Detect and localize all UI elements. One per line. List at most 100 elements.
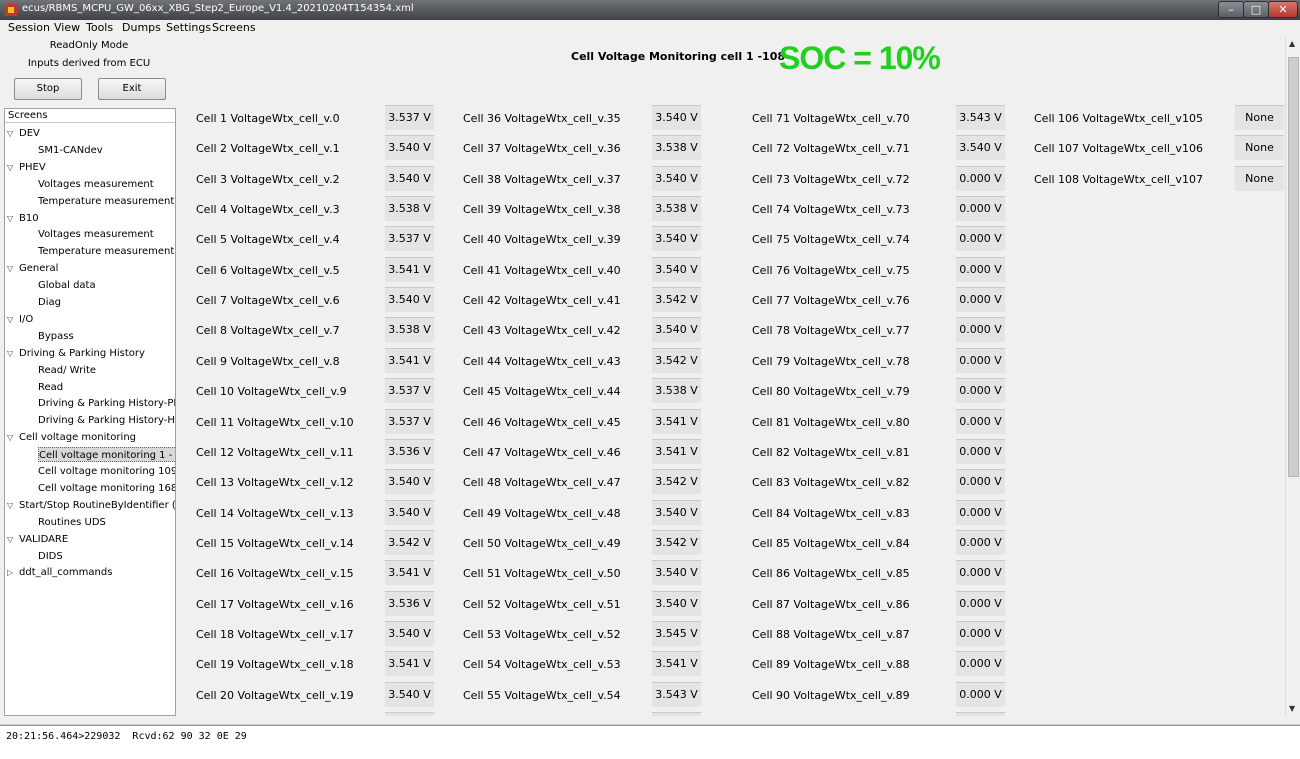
cell-label: Cell 90 VoltageWtx_cell_v.89 — [752, 688, 910, 702]
panel-splitter[interactable] — [0, 717, 1300, 725]
collapse-icon[interactable]: ▽ — [7, 532, 19, 547]
tree-item-label: Cell voltage monitoring 109 - — [38, 466, 176, 477]
menu-screens[interactable]: Screens — [212, 21, 256, 34]
cell-label: Cell 72 VoltageWtx_cell_v.71 — [752, 142, 910, 156]
maximize-button[interactable]: □ — [1243, 1, 1269, 18]
menu-bar: Session View Tools Dumps Settings Screen… — [0, 20, 1300, 37]
collapse-icon[interactable]: ▽ — [7, 126, 19, 141]
tree-group[interactable]: ▽ PHEV — [7, 160, 46, 175]
collapse-icon[interactable]: ▽ — [7, 312, 19, 327]
tree-item[interactable]: Global data — [38, 278, 96, 293]
scroll-thumb[interactable] — [1288, 57, 1299, 477]
tree-header: Screens — [5, 109, 175, 123]
tree-item-label: PHEV — [19, 161, 46, 173]
cell-voltage-value: 3.545 V — [652, 620, 701, 646]
expand-icon[interactable]: ▷ — [7, 565, 19, 580]
cell-voltage-value: 0.000 V — [956, 226, 1005, 252]
stop-button[interactable]: Stop — [14, 78, 82, 100]
tree-item[interactable]: Driving & Parking History-PHE — [38, 396, 175, 411]
cell-label: Cell 13 VoltageWtx_cell_v.12 — [196, 476, 354, 490]
exit-button[interactable]: Exit — [98, 78, 166, 100]
cell-label: Cell 50 VoltageWtx_cell_v.49 — [463, 536, 621, 550]
tree-item[interactable]: Cell voltage monitoring 168 - 2 — [38, 481, 175, 496]
tree-item[interactable]: Temperature measurement — [38, 244, 174, 259]
cell-voltage-value: 0.000 V — [956, 499, 1005, 525]
menu-view[interactable]: View — [54, 21, 80, 34]
tree-item[interactable]: Read — [38, 380, 63, 395]
cell-label: Cell 53 VoltageWtx_cell_v.52 — [463, 627, 621, 641]
tree-group[interactable]: ▽ Start/Stop RoutineByIdentifier ($3 — [7, 498, 175, 513]
collapse-icon[interactable]: ▽ — [7, 261, 19, 276]
tree-item[interactable]: DIDS — [38, 549, 63, 564]
menu-settings[interactable]: Settings — [166, 21, 211, 34]
cell-voltage-value: 3.543 V — [652, 681, 701, 707]
vertical-scrollbar[interactable]: ▲ ▼ — [1285, 37, 1300, 716]
cell-label: Cell 9 VoltageWtx_cell_v.8 — [196, 354, 340, 368]
cell-voltage-value: 0.000 V — [956, 590, 1005, 616]
readonly-mode-label: ReadOnly Mode — [49, 40, 129, 51]
tree-item-label: Diag — [38, 297, 61, 308]
collapse-icon[interactable]: ▽ — [7, 211, 19, 226]
cell-label: Cell 82 VoltageWtx_cell_v.81 — [752, 445, 910, 459]
cell-voltage-value: 3.542 V — [652, 529, 701, 555]
collapse-icon[interactable]: ▽ — [7, 346, 19, 361]
tree-item[interactable]: Read/ Write — [38, 363, 96, 378]
cell-voltage-value: 3.537 V — [385, 105, 434, 130]
tree-group[interactable]: ▽ I/O — [7, 312, 33, 327]
tree-item[interactable]: Cell voltage monitoring 1 - 10 — [38, 447, 175, 463]
tree-item[interactable]: Voltages measurement — [38, 227, 154, 242]
tree-group[interactable]: ▽ General — [7, 261, 58, 276]
collapse-icon[interactable]: ▽ — [7, 498, 19, 513]
cell-label: Cell 79 VoltageWtx_cell_v.78 — [752, 354, 910, 368]
tree-group[interactable]: ▽ Cell voltage monitoring — [7, 430, 136, 445]
cell-label: Cell 74 VoltageWtx_cell_v.73 — [752, 203, 910, 217]
cell-voltage-value: 3.540 V — [385, 287, 434, 313]
cell-voltage-value: 3.537 V — [385, 408, 434, 434]
tree-item[interactable]: Voltages measurement — [38, 177, 154, 192]
cell-voltage-value: None — [1235, 165, 1284, 191]
scroll-down-arrow-icon[interactable]: ▼ — [1289, 704, 1295, 713]
tree-item-label: Temperature measurement — [38, 246, 175, 258]
tree-group[interactable]: ▽ VALIDARE — [7, 532, 68, 547]
window-title-bar[interactable]: ecus/RBMS_MCPU_GW_06xx_XBG_Step2_Europe_… — [0, 0, 1300, 20]
tree-group[interactable]: ▽ Driving & Parking History — [7, 346, 145, 361]
tree-item[interactable]: Diag — [38, 295, 61, 310]
cell-voltage-value: 0.000 V — [956, 317, 1005, 343]
cell-voltage-value: 3.540 V — [652, 256, 701, 282]
collapse-icon[interactable]: ▽ — [7, 430, 19, 445]
cell-voltage-value: 0.000 V — [956, 469, 1005, 495]
tree-item-label: Driving & Parking History-HEV — [38, 415, 176, 427]
menu-tools[interactable]: Tools — [86, 21, 113, 34]
minimize-button[interactable]: – — [1218, 1, 1244, 18]
tree-item[interactable]: Driving & Parking History-HEV — [38, 413, 176, 428]
cell-voltage-value: 3.543 V — [956, 105, 1005, 130]
cell-voltage-value: None — [1235, 135, 1284, 161]
cell-label: Cell 8 VoltageWtx_cell_v.7 — [196, 324, 340, 338]
cell-label: Cell 7 VoltageWtx_cell_v.6 — [196, 294, 340, 308]
cell-label: Cell 43 VoltageWtx_cell_v.42 — [463, 324, 621, 338]
cell-label: Cell 81 VoltageWtx_cell_v.80 — [752, 415, 910, 429]
tree-item[interactable]: Temperature measurement — [38, 194, 174, 209]
tree-group[interactable]: ▽ B10 — [7, 211, 39, 226]
screens-tree[interactable]: Screens ▽ DEV SM1-CANdev ▽ PHEV Voltages meas… — [4, 108, 176, 716]
cell-label: Cell 88 VoltageWtx_cell_v.87 — [752, 627, 910, 641]
tree-item-label: Read/ Write — [38, 364, 97, 376]
tree-group[interactable]: ▷ ddt_all_commands — [7, 565, 112, 580]
cell-label: Cell 37 VoltageWtx_cell_v.36 — [463, 142, 621, 156]
tree-group[interactable]: ▽ DEV — [7, 126, 40, 141]
cell-label: Cell 106 VoltageWtx_cell_v105 — [1034, 112, 1203, 125]
cell-label: Cell 89 VoltageWtx_cell_v.88 — [752, 658, 910, 672]
tree-item[interactable]: SM1-CANdev — [38, 143, 103, 158]
cell-label: Cell 51 VoltageWtx_cell_v.50 — [463, 567, 621, 581]
cell-label: Cell 5 VoltageWtx_cell_v.4 — [196, 233, 340, 247]
tree-item[interactable]: Routines UDS — [38, 515, 106, 530]
collapse-icon[interactable]: ▽ — [7, 160, 19, 175]
scroll-up-arrow-icon[interactable]: ▲ — [1289, 39, 1295, 48]
menu-dumps[interactable]: Dumps — [122, 21, 161, 34]
left-panel: ReadOnly Mode Inputs derived from ECU St… — [0, 37, 178, 717]
tree-item[interactable]: Cell voltage monitoring 109 - — [38, 464, 176, 479]
tree-item-label: Read — [38, 381, 64, 393]
close-button[interactable]: ✕ — [1268, 1, 1298, 18]
menu-session[interactable]: Session — [8, 21, 50, 34]
tree-item[interactable]: Bypass — [38, 329, 74, 344]
